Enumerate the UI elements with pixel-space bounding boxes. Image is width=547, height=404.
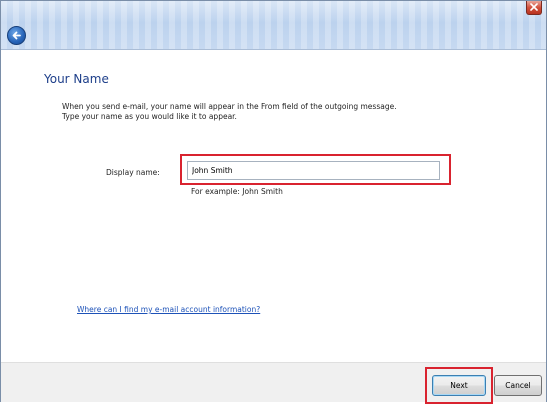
description-line-2: Type your name as you would like it to a… <box>62 112 237 121</box>
display-name-label: Display name: <box>106 168 160 177</box>
page-title: Your Name <box>44 72 109 86</box>
title-bar <box>1 1 546 50</box>
account-info-help-link[interactable]: Where can I find my e-mail account infor… <box>77 305 260 314</box>
description: When you send e-mail, your name will app… <box>62 102 482 122</box>
wizard-content: Your Name When you send e-mail, your nam… <box>1 50 546 362</box>
back-button[interactable] <box>7 26 26 45</box>
close-button[interactable] <box>526 1 542 15</box>
account-setup-window: Your Name When you send e-mail, your nam… <box>0 0 547 404</box>
cancel-button[interactable]: Cancel <box>494 375 542 396</box>
example-text: For example: John Smith <box>191 187 283 196</box>
close-icon <box>530 3 538 11</box>
back-arrow-icon <box>12 31 21 40</box>
next-button[interactable]: Next <box>432 375 486 396</box>
display-name-input[interactable] <box>187 161 440 180</box>
description-line-1: When you send e-mail, your name will app… <box>62 102 397 111</box>
button-bar: Next Cancel <box>1 362 546 404</box>
